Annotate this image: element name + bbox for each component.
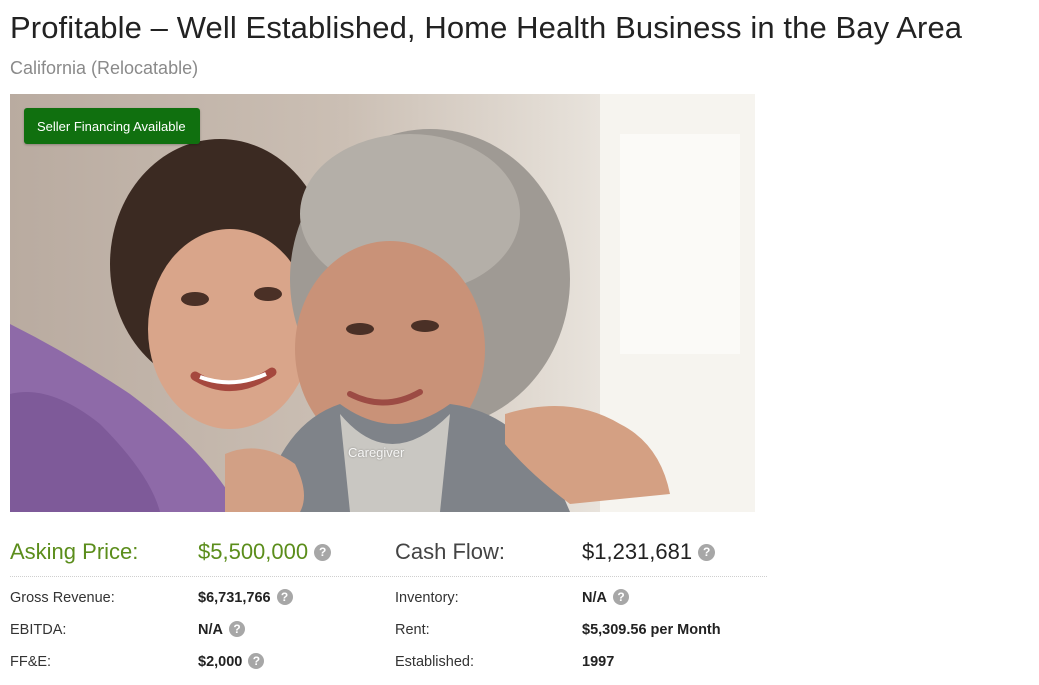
ebitda-cell: N/A? bbox=[198, 621, 245, 639]
gross-revenue-label: Gross Revenue: bbox=[10, 590, 115, 606]
established-cell: 1997 bbox=[582, 653, 614, 671]
rent-cell: $5,309.56 per Month bbox=[582, 621, 721, 639]
ebitda-label: EBITDA: bbox=[10, 622, 67, 638]
cash-flow-cell: $1,231,681? bbox=[582, 539, 716, 565]
ffe-cell: $2,000? bbox=[198, 653, 265, 671]
cash-flow-label: Cash Flow: bbox=[395, 539, 506, 564]
listing-title: Profitable – Well Established, Home Heal… bbox=[10, 10, 963, 45]
ebitda-help-icon[interactable]: ? bbox=[228, 621, 245, 637]
cash-flow-help-icon[interactable]: ? bbox=[698, 544, 716, 561]
asking-price-label: Asking Price: bbox=[10, 539, 139, 564]
asking-price-help-icon[interactable]: ? bbox=[314, 544, 332, 561]
gross-revenue-help-icon[interactable]: ? bbox=[276, 589, 293, 605]
rent-value: $5,309.56 per Month bbox=[582, 622, 721, 638]
listing-location: California (Relocatable) bbox=[10, 58, 199, 78]
seller-financing-badge: Seller Financing Available bbox=[24, 108, 200, 144]
established-value: 1997 bbox=[582, 654, 615, 670]
ffe-label: FF&E: bbox=[10, 654, 52, 670]
ffe-help-icon[interactable]: ? bbox=[248, 653, 265, 669]
gross-revenue-cell: $6,731,766? bbox=[198, 589, 293, 607]
ebitda-value: N/A bbox=[198, 622, 223, 638]
established-label: Established: bbox=[395, 654, 474, 670]
ffe-value: $2,000 bbox=[198, 654, 243, 670]
cash-flow-value: $1,231,681 bbox=[582, 539, 693, 564]
inventory-value: N/A bbox=[582, 590, 607, 606]
gross-revenue-value: $6,731,766 bbox=[198, 590, 271, 606]
inventory-help-icon[interactable]: ? bbox=[612, 589, 629, 605]
listing-photo[interactable]: Seller Financing Available Caregiver bbox=[10, 94, 755, 512]
financials-divider bbox=[10, 576, 767, 577]
asking-price-cell: $5,500,000? bbox=[198, 539, 332, 565]
rent-label: Rent: bbox=[395, 622, 430, 638]
inventory-label: Inventory: bbox=[395, 590, 459, 606]
image-caption: Caregiver bbox=[348, 445, 405, 460]
inventory-cell: N/A? bbox=[582, 589, 629, 607]
asking-price-value: $5,500,000 bbox=[198, 539, 309, 564]
